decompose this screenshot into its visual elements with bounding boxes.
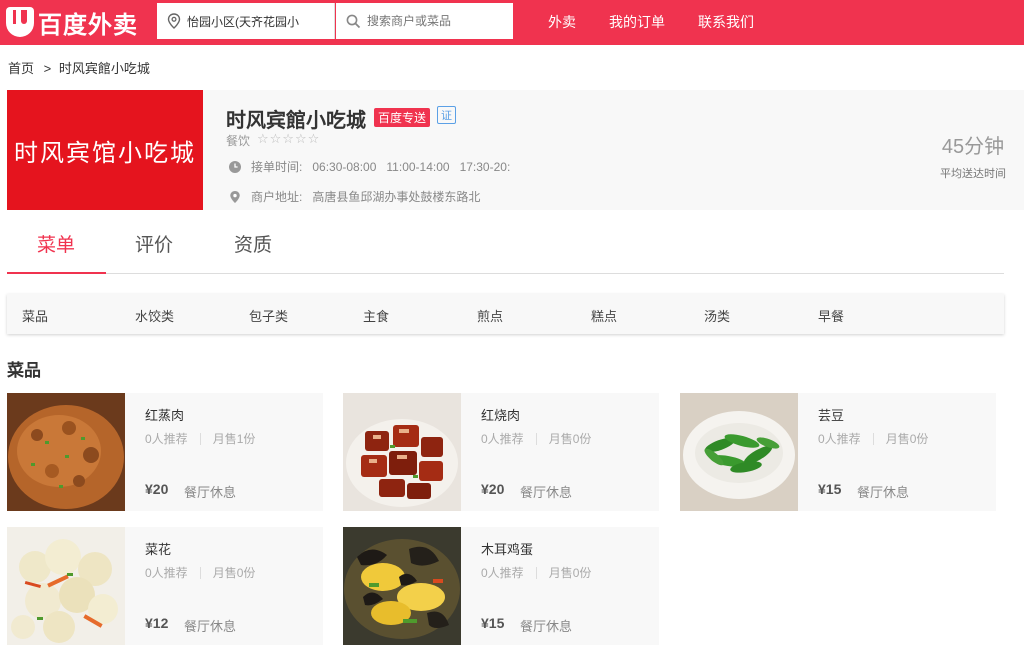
baidu-delivery-badge: 百度专送	[374, 108, 431, 127]
dish-image[interactable]	[343, 527, 461, 645]
address-selector[interactable]: 怡园小区(天齐花园小	[157, 3, 335, 39]
dish-monthly-sales: 月售0份	[548, 566, 592, 580]
dish-card[interactable]: 芸豆 0人推荐 月售0份 ¥15 餐厅休息	[680, 393, 996, 511]
current-address: 怡园小区(天齐花园小	[187, 14, 299, 29]
dish-name[interactable]: 菜花	[145, 539, 171, 558]
category-dishes[interactable]: 菜品	[22, 306, 48, 325]
category-buns[interactable]: 包子类	[249, 306, 288, 325]
fork-logo-icon	[6, 7, 34, 37]
category-soup[interactable]: 汤类	[704, 306, 730, 325]
dish-recommend-count: 0人推荐	[145, 432, 188, 446]
dish-status: 餐厅休息	[857, 485, 910, 500]
logo-text: 百度外卖	[38, 10, 138, 39]
shop-hours-row: 接单时间: 06:30-08:00 11:00-14:00 17:30-20:	[229, 158, 510, 175]
shop-tabs: 菜单 评价 资质	[7, 222, 1004, 274]
dish-price: ¥15	[818, 481, 842, 497]
dish-image[interactable]	[343, 393, 461, 511]
dish-name[interactable]: 红烧肉	[481, 405, 520, 424]
dish-price: ¥20	[145, 481, 169, 497]
dish-image[interactable]	[7, 527, 125, 645]
meta-divider	[199, 566, 201, 579]
dish-meta: 0人推荐 月售0份	[818, 430, 928, 447]
search-box[interactable]	[336, 3, 513, 39]
dish-price: ¥12	[145, 615, 169, 631]
dish-monthly-sales: 月售0份	[212, 566, 256, 580]
category-pastry[interactable]: 糕点	[591, 306, 617, 325]
dish-status: 餐厅休息	[184, 485, 237, 500]
active-tab-indicator	[7, 272, 106, 274]
dish-card[interactable]: 红烧肉 0人推荐 月售0份 ¥20 餐厅休息	[343, 393, 659, 511]
dish-recommend-count: 0人推荐	[145, 566, 188, 580]
section-title: 菜品	[7, 361, 41, 380]
meta-divider	[535, 432, 537, 445]
category-bar: 菜品 水饺类 包子类 主食 煎点 糕点 汤类 早餐	[7, 294, 1004, 334]
delivery-time-block: 45分钟 平均送达时间	[940, 130, 1006, 181]
shop-name: 时风宾館小吃城	[226, 110, 366, 132]
shop-logo-text: 时风宾馆小吃城	[14, 138, 196, 167]
nav-contact-us[interactable]: 联系我们	[698, 0, 754, 45]
dish-card[interactable]: 红蒸肉 0人推荐 月售1份 ¥20 餐厅休息	[7, 393, 323, 511]
dish-name[interactable]: 木耳鸡蛋	[481, 539, 533, 558]
shop-category: 餐饮	[226, 134, 251, 148]
location-icon	[230, 190, 240, 203]
dish-status: 餐厅休息	[184, 619, 237, 634]
location-pin-icon	[167, 13, 181, 29]
dish-meta: 0人推荐 月售0份	[145, 564, 255, 581]
breadcrumb-home[interactable]: 首页	[8, 61, 34, 76]
shop-logo: 时风宾馆小吃城	[7, 90, 203, 210]
meta-divider	[199, 432, 201, 445]
category-breakfast[interactable]: 早餐	[818, 306, 844, 325]
breadcrumb: 首页 > 时风宾館小吃城	[8, 58, 150, 77]
certificate-badge[interactable]: 证	[437, 106, 456, 124]
meta-divider	[872, 432, 874, 445]
dish-meta: 0人推荐 月售0份	[481, 430, 591, 447]
dish-image[interactable]	[7, 393, 125, 511]
dish-monthly-sales: 月售1份	[212, 432, 256, 446]
dish-meta: 0人推荐 月售0份	[481, 564, 591, 581]
meta-divider	[535, 566, 537, 579]
tab-qualification[interactable]: 资质	[234, 230, 272, 257]
clock-icon	[229, 160, 241, 173]
dish-recommend-count: 0人推荐	[481, 432, 524, 446]
shop-header: 时风宾馆小吃城 时风宾館小吃城 百度专送 证 餐饮 ☆☆☆☆☆ 接单时间: 06…	[7, 90, 1024, 210]
hours-value: 06:30-08:00 11:00-14:00 17:30-20:	[312, 159, 511, 174]
shop-address-row: 商户地址: 高唐县鱼邱湖办事处鼓楼东路北	[229, 188, 480, 205]
category-dumplings[interactable]: 水饺类	[135, 306, 174, 325]
dish-meta: 0人推荐 月售1份	[145, 430, 255, 447]
breadcrumb-separator: >	[43, 61, 52, 76]
dish-monthly-sales: 月售0份	[885, 432, 929, 446]
dish-card[interactable]: 菜花 0人推荐 月售0份 ¥12 餐厅休息	[7, 527, 323, 645]
dish-monthly-sales: 月售0份	[548, 432, 592, 446]
dish-price: ¥15	[481, 615, 505, 631]
tab-menu[interactable]: 菜单	[37, 230, 75, 257]
dish-name[interactable]: 红蒸肉	[145, 405, 184, 424]
address-value: 高唐县鱼邱湖办事处鼓楼东路北	[312, 190, 481, 204]
category-staple[interactable]: 主食	[363, 306, 389, 325]
top-bar: 百度外卖 怡园小区(天齐花园小 外卖 我的订单 联系我们	[0, 0, 1024, 45]
breadcrumb-current: 时风宾館小吃城	[58, 61, 150, 76]
delivery-time-label: 平均送达时间	[940, 168, 1006, 180]
dish-card[interactable]: 木耳鸡蛋 0人推荐 月售0份 ¥15 餐厅休息	[343, 527, 659, 645]
category-fried[interactable]: 煎点	[477, 306, 503, 325]
tab-reviews[interactable]: 评价	[135, 230, 173, 257]
search-icon	[346, 14, 361, 28]
search-input[interactable]	[367, 14, 507, 28]
dish-name[interactable]: 芸豆	[818, 405, 844, 424]
dish-recommend-count: 0人推荐	[818, 432, 861, 446]
dish-recommend-count: 0人推荐	[481, 566, 524, 580]
address-label: 商户地址:	[251, 190, 303, 204]
nav-waimai[interactable]: 外卖	[548, 0, 576, 45]
delivery-time: 45分钟	[941, 136, 1005, 158]
dish-image[interactable]	[680, 393, 798, 511]
hours-label: 接单时间:	[251, 160, 303, 174]
dish-status: 餐厅休息	[520, 485, 573, 500]
dish-status: 餐厅休息	[520, 619, 573, 634]
shop-rating-stars: ☆☆☆☆☆	[257, 131, 321, 146]
baidu-waimai-logo[interactable]: 百度外卖	[6, 5, 138, 39]
nav-my-orders[interactable]: 我的订单	[609, 0, 665, 45]
dish-price: ¥20	[481, 481, 505, 497]
